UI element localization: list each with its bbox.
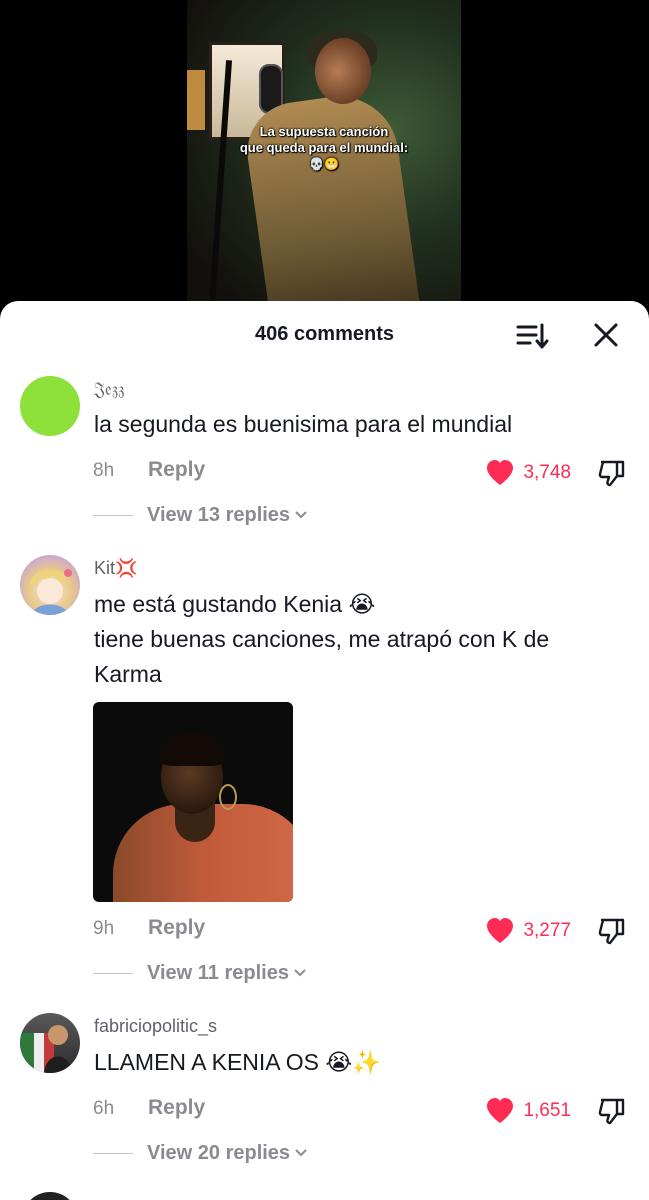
reply-button[interactable]: Reply <box>148 916 205 940</box>
comment-time: 9h <box>93 918 115 939</box>
video-bg-lamp <box>187 70 205 130</box>
dislike-icon[interactable] <box>597 458 627 488</box>
avatar[interactable] <box>20 555 80 615</box>
view-replies-divider <box>93 1152 133 1154</box>
caption-line-2: que queda para el mundial: <box>239 140 409 155</box>
avatar[interactable] <box>20 1013 80 1073</box>
comment-username[interactable]: fabriciopolitic_s <box>94 1016 217 1037</box>
comment-username[interactable]: 𝔍𝔢𝔷𝔷 <box>94 379 125 400</box>
like-group: 1,651 <box>485 1096 627 1126</box>
video-frame: La supuesta canción que queda para el mu… <box>187 0 461 320</box>
comment-text-line-3: Karma <box>94 661 162 687</box>
comment-username[interactable]: Kit💢 <box>94 558 137 579</box>
like-count: 3,748 <box>523 462 571 483</box>
caption-line-1: La supuesta canción <box>259 124 389 139</box>
view-replies-label[interactable]: View 13 replies <box>147 504 290 527</box>
comment-text-line-2: tiene buenas canciones, me atrapó con K … <box>94 626 550 652</box>
like-count: 3,277 <box>523 920 571 941</box>
like-group: 3,277 <box>485 916 627 946</box>
chevron-down-icon <box>295 1149 307 1157</box>
reply-button[interactable]: Reply <box>148 1096 205 1120</box>
avatar[interactable] <box>22 1192 78 1200</box>
sort-lines-icon[interactable] <box>516 321 550 351</box>
comment-text-line-1: me está gustando Kenia 😭 <box>94 591 376 617</box>
video-caption: La supuesta canción que queda para el mu… <box>187 124 461 172</box>
dislike-icon[interactable] <box>597 1096 627 1126</box>
view-replies[interactable]: View 20 replies <box>93 1140 308 1166</box>
heart-icon[interactable] <box>485 917 515 945</box>
comment-count: 406 comments <box>255 323 394 345</box>
chevron-down-icon <box>294 969 306 977</box>
heart-icon[interactable] <box>485 1097 515 1125</box>
heart-icon[interactable] <box>485 459 515 487</box>
caption-emojis: 💀😬 <box>309 157 339 171</box>
comment-time: 6h <box>93 1098 115 1119</box>
comment-attachment-image[interactable] <box>93 702 293 902</box>
avatar-photo-icon <box>20 1025 72 1073</box>
view-replies-divider <box>93 972 133 974</box>
comments-header: 406 comments <box>0 301 649 367</box>
comment-text: la segunda es buenisima para el mundial <box>94 411 513 437</box>
avatar-art-icon <box>30 569 72 615</box>
view-replies[interactable]: View 11 replies <box>93 960 307 986</box>
dislike-icon[interactable] <box>597 916 627 946</box>
like-count: 1,651 <box>523 1100 571 1121</box>
comment-meta: 6h Reply 1,651 <box>93 1096 633 1126</box>
reply-button[interactable]: Reply <box>148 458 205 482</box>
avatar[interactable] <box>20 376 80 436</box>
comment-meta: 8h Reply 3,748 <box>93 458 633 488</box>
video-person-head <box>315 38 371 104</box>
view-replies[interactable]: View 13 replies <box>93 502 308 528</box>
comments-sheet: 406 comments 𝔍𝔢𝔷𝔷 la segunda es buenisim… <box>0 301 649 1200</box>
chevron-down-icon <box>295 511 307 519</box>
view-replies-label[interactable]: View 11 replies <box>147 962 289 985</box>
comment-text: me está gustando Kenia 😭 tiene buenas ca… <box>94 587 634 692</box>
view-replies-divider <box>93 514 133 516</box>
close-icon[interactable] <box>592 321 620 349</box>
view-replies-label[interactable]: View 20 replies <box>147 1142 290 1165</box>
attachment-earring <box>219 784 237 810</box>
comment-meta: 9h Reply 3,277 <box>93 916 633 946</box>
like-group: 3,748 <box>485 458 627 488</box>
attachment-person-hair <box>159 732 225 766</box>
video-player[interactable]: La supuesta canción que queda para el mu… <box>0 0 649 320</box>
comment-text: LLAMEN A KENIA OS 😭✨ <box>94 1049 381 1075</box>
comment-time: 8h <box>93 460 115 481</box>
